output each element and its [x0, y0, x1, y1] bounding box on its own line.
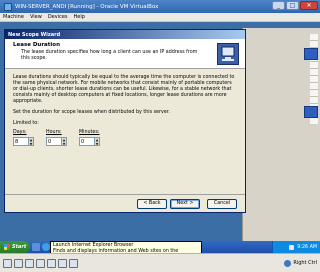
host-window-controls: _ □ ✕	[272, 1, 318, 10]
duration-fields: Days: ▲▼ Hours: ▲▼ Minutes: ▲▼	[13, 130, 237, 146]
wizard-computer-icon	[217, 43, 239, 65]
maximize-button[interactable]: □	[286, 1, 299, 10]
hours-field: Hours: ▲▼	[46, 130, 67, 146]
menu-view[interactable]: View	[30, 14, 42, 20]
host-status-bar: Right Ctrl	[0, 253, 320, 272]
hdd-icon[interactable]	[3, 258, 12, 268]
wizard-buttons: < Back Next > Cancel	[5, 194, 245, 212]
hours-input[interactable]	[46, 137, 62, 146]
minutes-input[interactable]	[79, 137, 95, 146]
clock: 9:26 AM	[297, 244, 317, 250]
wizard-body: Lease durations should typically be equa…	[5, 69, 245, 146]
lease-instruction-text: Set the duration for scope leases when d…	[13, 110, 170, 115]
window-icon	[304, 106, 318, 118]
hours-spinner[interactable]: ▲ ▼	[62, 137, 67, 146]
limited-to-label: Limited to:	[13, 121, 39, 126]
system-tray: 9:26 AM	[272, 241, 320, 253]
virtualbox-icon	[4, 2, 12, 11]
close-button[interactable]: ✕	[300, 1, 318, 10]
start-label: Start	[12, 244, 27, 250]
cancel-button[interactable]: Cancel	[207, 198, 237, 209]
host-key-icon	[284, 259, 292, 267]
cd-icon[interactable]	[14, 258, 23, 268]
back-button[interactable]: < Back	[137, 198, 167, 209]
host-title-bar: WIN-SERVER_ANDI [Running] - Oracle VM Vi…	[0, 0, 320, 13]
page-description: The lease duration specifies how long a …	[21, 50, 198, 61]
menu-help[interactable]: Help	[74, 14, 85, 20]
wizard-title-bar: New Scope Wizard	[5, 30, 245, 39]
mouse-integration-icon[interactable]	[69, 258, 78, 268]
menu-machine[interactable]: Machine	[3, 14, 24, 20]
page-title: Lease Duration	[13, 42, 60, 48]
next-button[interactable]: Next >	[170, 198, 200, 209]
hours-label: Hours:	[46, 130, 62, 135]
host-menu-bar: Machine View Devices Help	[0, 13, 320, 22]
minutes-spinner[interactable]: ▲ ▼	[95, 137, 100, 146]
host-window-title: WIN-SERVER_ANDI [Running] - Oracle VM Vi…	[15, 3, 159, 10]
network-icon[interactable]	[289, 244, 295, 250]
host-key-label: Right Ctrl	[293, 260, 317, 266]
menu-devices[interactable]: Devices	[48, 14, 68, 20]
start-button[interactable]: Start	[0, 241, 31, 253]
days-spinner[interactable]: ▲ ▼	[29, 137, 34, 146]
desktop-icon[interactable]	[32, 243, 41, 251]
days-label: Days:	[13, 130, 27, 135]
minimize-button[interactable]: _	[272, 1, 285, 10]
lease-info-text: Lease durations should typically be equa…	[13, 75, 235, 104]
minutes-label: Minutes:	[79, 130, 100, 135]
days-field: Days: ▲▼	[13, 130, 34, 146]
usb-icon[interactable]	[25, 258, 34, 268]
days-input[interactable]	[13, 137, 29, 146]
network-adapter-icon[interactable]	[36, 258, 45, 268]
wizard-header: Lease Duration The lease duration specif…	[5, 39, 245, 69]
windows-flag-icon	[4, 244, 10, 250]
display-icon[interactable]	[58, 258, 67, 268]
background-window	[242, 28, 320, 250]
window-icon	[304, 48, 318, 60]
minutes-field: Minutes: ▲▼	[79, 130, 100, 146]
host-key-indicator: Right Ctrl	[284, 259, 317, 267]
new-scope-wizard-dialog: New Scope Wizard Lease Duration The leas…	[4, 29, 246, 213]
shared-folder-icon[interactable]	[47, 258, 56, 268]
